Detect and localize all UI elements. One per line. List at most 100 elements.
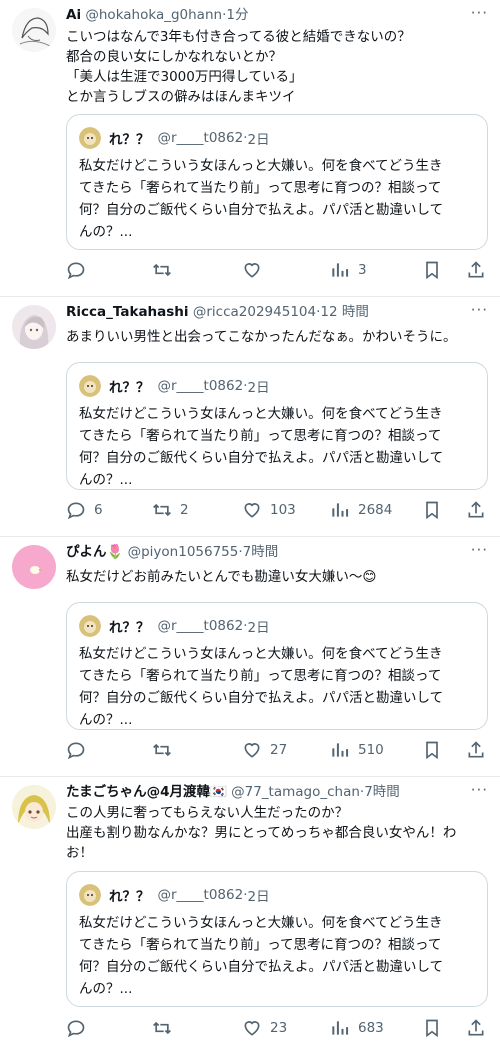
quoted-text-line: 何？自分のご飯代くらい自分で払えよ。パパ活と勘違いして [79, 202, 444, 218]
reply-button[interactable] [66, 259, 94, 281]
quoted-text-line: てきたら「奢られて当たり前」って思考に育つの？相談って [79, 180, 442, 196]
quoted-display-name: れ？？ [109, 380, 150, 396]
share-button[interactable] [466, 1017, 486, 1039]
avatar[interactable] [12, 8, 56, 52]
display-name[interactable]: Ricca_Takahashi [66, 304, 189, 320]
views-button[interactable]: 683 [330, 1017, 384, 1039]
tweet-text-line: とか言うしブスの僻みはほんまキツイ [66, 89, 296, 105]
tweet-text-line: この人男に奢ってもらえない人生だったのか？ [66, 805, 349, 821]
quoted-handle: @r____t0862 [157, 378, 244, 394]
like-button[interactable]: 103 [242, 499, 296, 521]
avatar-sketch-icon [12, 8, 56, 52]
quoted-tweet[interactable]: れ？？ @r____t0862 · 2日 私女だけどこういう女ほんっと大嫌い。何を食… [66, 114, 488, 250]
tweet-header: Ai @hokahoka_g0hann·1分 [66, 5, 492, 25]
user-handle[interactable]: @77_tamago_chan [231, 784, 360, 800]
quoted-timestamp: 2日 [247, 380, 270, 396]
quoted-avatar [79, 884, 101, 906]
like-count: 103 [270, 502, 296, 518]
retweet-button[interactable] [152, 1017, 180, 1039]
reply-button[interactable]: 6 [66, 499, 103, 521]
user-handle[interactable]: @hokahoka_g0hann [85, 7, 222, 23]
quoted-text-line: 私女だけどこういう女ほんっと大嫌い。何を食べてどう生き [79, 646, 443, 662]
bookmark-button[interactable] [422, 499, 442, 521]
quoted-display-name: れ？？ [109, 889, 150, 905]
avatar[interactable] [12, 785, 56, 829]
quoted-timestamp: 2日 [247, 132, 270, 148]
like-icon [244, 743, 260, 758]
tweet-header: たまごちゃん@4月渡韓🇰🇷 @77_tamago_chan·7時間 [66, 782, 492, 802]
timestamp[interactable]: 12 時間 [320, 304, 368, 320]
tweet[interactable]: ぴよん🌷 @piyon1056755·7時間 ··· 私女だけどお前みたいとんで… [0, 537, 500, 775]
like-button[interactable]: 27 [242, 739, 287, 761]
quoted-avatar [79, 127, 101, 149]
more-icon[interactable]: ··· [471, 781, 488, 799]
quoted-timestamp: 2日 [247, 889, 270, 905]
tweet-text-line: こいつはなんで3年も付き合ってる彼と結婚できないの？ [66, 29, 411, 45]
timestamp[interactable]: 7時間 [364, 784, 400, 800]
display-name[interactable]: Ai [66, 7, 81, 23]
share-button[interactable] [466, 499, 486, 521]
views-icon [332, 263, 349, 277]
display-name[interactable]: ぴよん🌷 [66, 544, 123, 560]
quoted-tweet[interactable]: れ？？ @r____t0862 · 2日 私女だけどこういう女ほんっと大嫌い。何を食… [66, 871, 488, 1007]
user-handle[interactable]: @ricca202945104 [193, 304, 316, 320]
more-icon[interactable]: ··· [471, 541, 488, 559]
avatar-illustration-icon [12, 305, 56, 349]
quoted-text-line: んの？... [79, 712, 133, 728]
views-icon [332, 743, 349, 757]
retweet-button[interactable] [152, 259, 180, 281]
like-button[interactable] [242, 259, 270, 281]
like-icon [244, 1021, 260, 1036]
tweet-text-line: 都合の良い女にしかなれないとか？ [66, 49, 282, 65]
retweet-button[interactable] [152, 739, 180, 761]
like-count: 23 [270, 1020, 288, 1036]
timestamp[interactable]: 1分 [226, 7, 248, 23]
tweet[interactable]: Ai @hokahoka_g0hann·1分 ··· こいつはなんで3年も付き合… [0, 0, 500, 295]
views-button[interactable]: 510 [330, 739, 384, 761]
reply-button[interactable] [66, 739, 94, 761]
quoted-avatar [79, 615, 101, 637]
timestamp[interactable]: 7時間 [243, 544, 279, 560]
bookmark-button[interactable] [422, 259, 442, 281]
share-button[interactable] [466, 739, 486, 761]
bookmark-icon [426, 501, 438, 520]
action-bar: 23 683 [66, 1017, 488, 1039]
tweet-header: ぴよん🌷 @piyon1056755·7時間 [66, 542, 492, 562]
retweet-button[interactable]: 2 [152, 499, 189, 521]
quoted-header: れ？？ @r____t0862 · 2日 [79, 884, 270, 906]
quoted-text: 私女だけどこういう女ほんっと大嫌い。何を食べてどう生き てきたら「奢られて当たり… [79, 912, 477, 1000]
quoted-header: れ？？ @r____t0862 · 2日 [79, 127, 270, 149]
like-count: 27 [270, 742, 288, 758]
tweet-text: こいつはなんで3年も付き合ってる彼と結婚できないの？ 都合の良い女にしかなれない… [66, 27, 488, 107]
views-button[interactable]: 3 [330, 259, 367, 281]
quoted-text-line: 何？自分のご飯代くらい自分で払えよ。パパ活と勘違いして [79, 450, 444, 466]
view-count: 3 [358, 262, 367, 278]
like-button[interactable]: 23 [242, 1017, 287, 1039]
views-button[interactable]: 2684 [330, 499, 392, 521]
bookmark-icon [426, 741, 438, 760]
tweet-text-line: 「美人は生涯で3000万円得している」 [66, 69, 303, 85]
bookmark-button[interactable] [422, 739, 442, 761]
more-icon[interactable]: ··· [471, 4, 488, 22]
views-icon [332, 503, 349, 517]
quoted-text-line: てきたら「奢られて当たり前」って思考に育つの？相談って [79, 428, 442, 444]
share-button[interactable] [466, 259, 486, 281]
quoted-display-name: れ？？ [109, 132, 150, 148]
retweet-icon [153, 1021, 171, 1035]
tweet[interactable]: たまごちゃん@4月渡韓🇰🇷 @77_tamago_chan·7時間 ··· この… [0, 777, 500, 1056]
tweet[interactable]: Ricca_Takahashi @ricca202945104·12 時間 ··… [0, 297, 500, 535]
avatar[interactable] [12, 545, 56, 589]
user-handle[interactable]: @piyon1056755 [128, 544, 239, 560]
display-name[interactable]: たまごちゃん@4月渡韓🇰🇷 [66, 784, 227, 800]
quoted-tweet[interactable]: れ？？ @r____t0862 · 2日 私女だけどこういう女ほんっと大嫌い。何を食… [66, 362, 488, 490]
reply-button[interactable] [66, 1017, 94, 1039]
share-icon [468, 501, 484, 518]
bookmark-button[interactable] [422, 1017, 442, 1039]
quoted-header: れ？？ @r____t0862 · 2日 [79, 615, 270, 637]
tweet-header: Ricca_Takahashi @ricca202945104·12 時間 [66, 302, 492, 322]
retweet-count: 2 [180, 502, 189, 518]
quoted-tweet[interactable]: れ？？ @r____t0862 · 2日 私女だけどこういう女ほんっと大嫌い。何を食… [66, 602, 488, 730]
more-icon[interactable]: ··· [471, 301, 488, 319]
avatar[interactable] [12, 305, 56, 349]
view-count: 510 [358, 742, 384, 758]
